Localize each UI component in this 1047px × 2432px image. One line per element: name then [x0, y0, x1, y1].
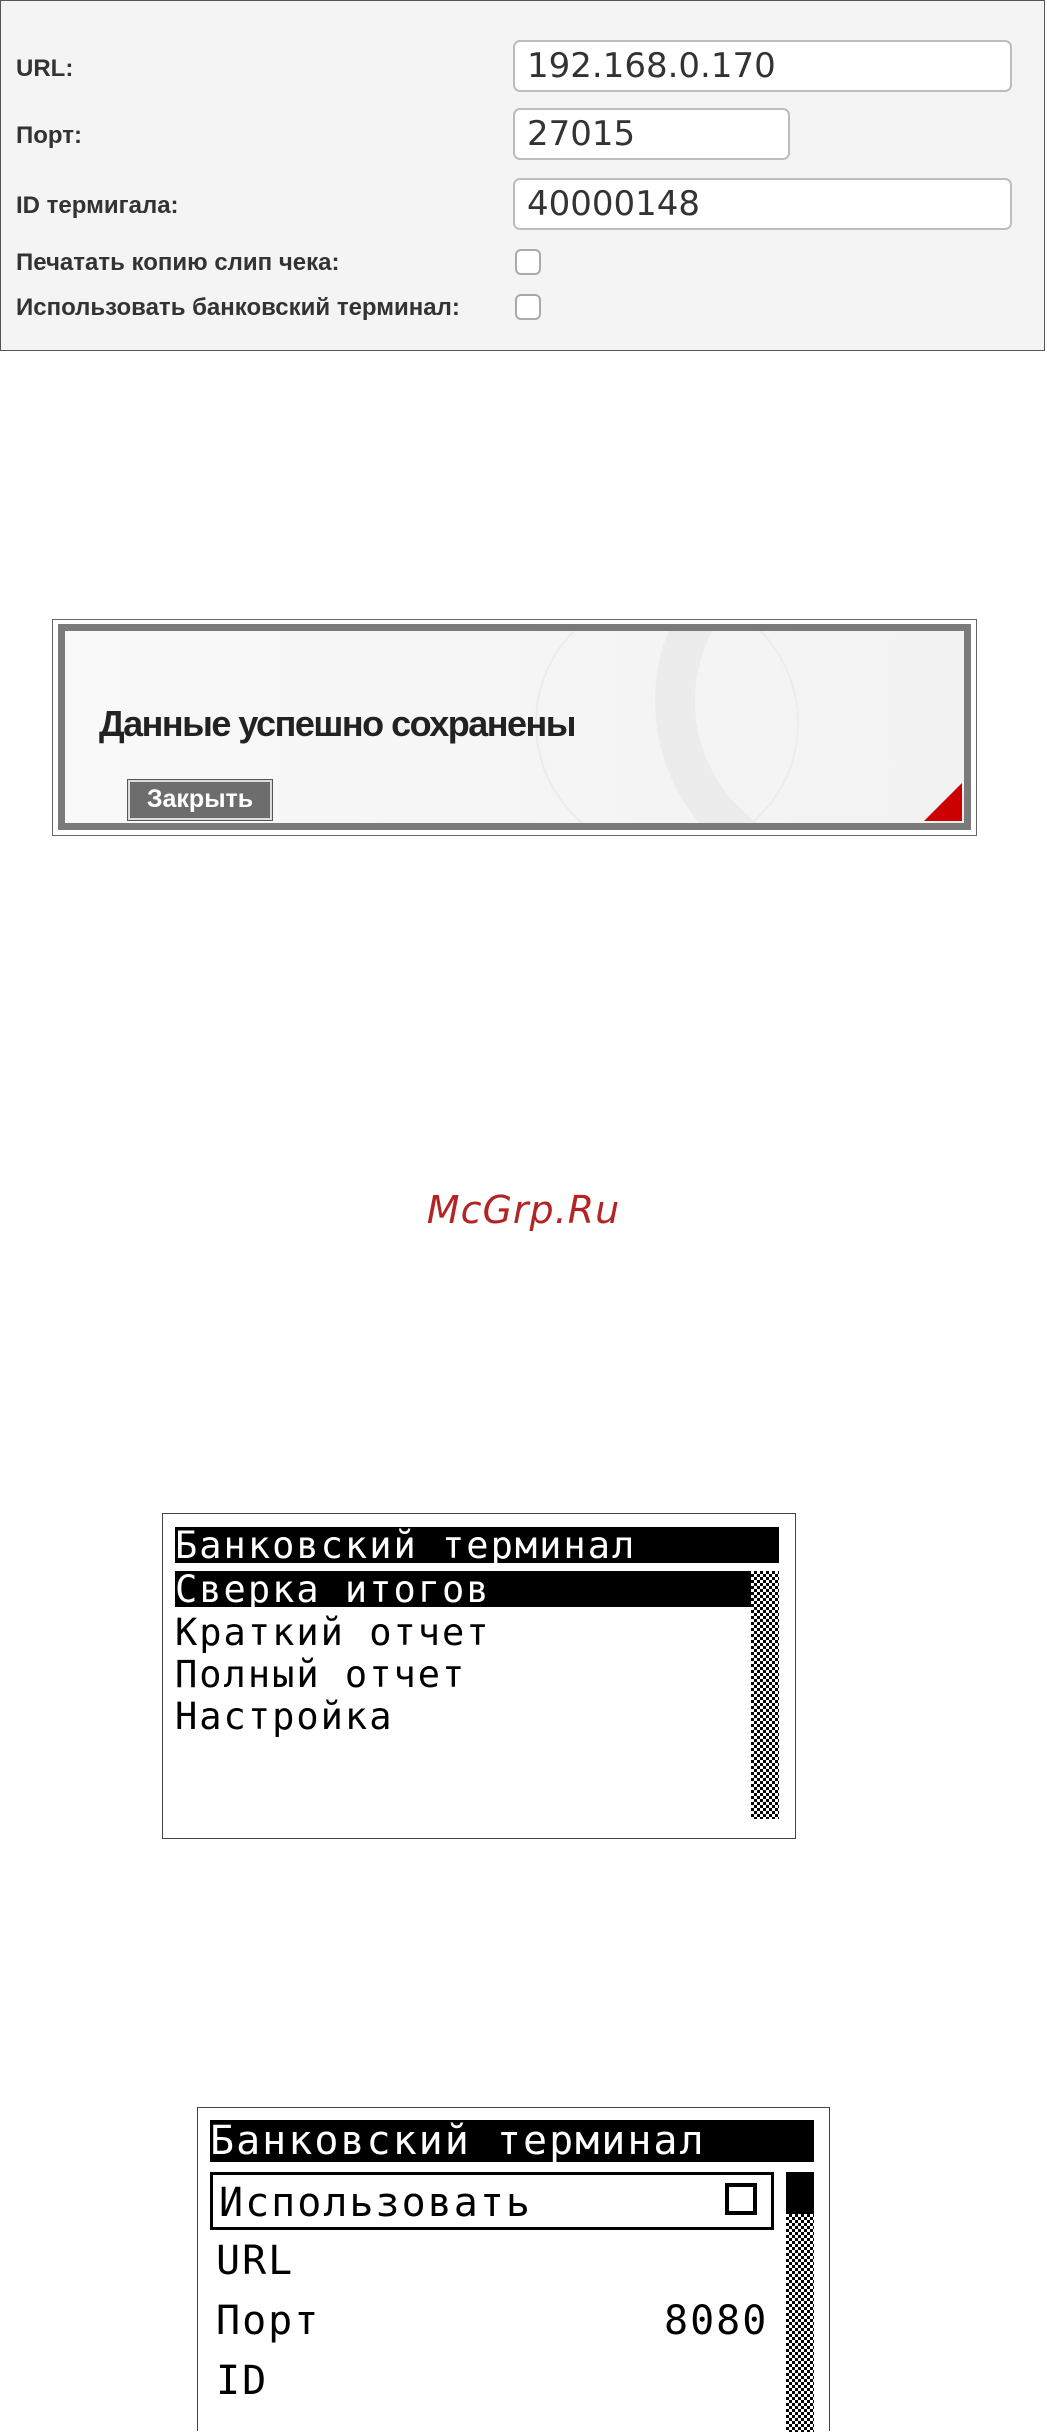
dialog-message: Данные успешно сохранены — [99, 703, 576, 744]
lcd-settings-title: Банковский терминал — [210, 2120, 814, 2162]
lcd-port-label: Порт — [216, 2298, 321, 2344]
port-input[interactable]: 27015 — [513, 108, 790, 160]
lcd-menu-item-reconciliation[interactable]: Сверка итогов — [175, 1571, 767, 1609]
lcd-menu-item-setup[interactable]: Настройка — [175, 1698, 393, 1736]
lcd-menu-scrollbar — [751, 1571, 779, 1819]
lcd-menu-screen: Банковский терминал Сверка итогов Кратки… — [162, 1513, 796, 1839]
lcd-port-value: 8080 — [664, 2298, 769, 2344]
lcd-menu-title: Банковский терминал — [175, 1527, 779, 1563]
print-copy-label: Печатать копию слип чека: — [16, 249, 340, 276]
lcd-use-checkbox[interactable] — [725, 2183, 757, 2215]
print-copy-checkbox[interactable] — [515, 249, 541, 275]
lcd-settings-screen: Банковский терминал Использовать URL Пор… — [197, 2107, 830, 2432]
use-terminal-label: Использовать банковский терминал: — [16, 294, 460, 321]
terminal-id-label: ID термигала: — [16, 192, 179, 219]
terminal-id-input[interactable]: 40000148 — [513, 178, 1012, 230]
lcd-use-label: Использовать — [219, 2180, 532, 2226]
lcd-selected-row[interactable]: Использовать — [210, 2172, 774, 2230]
lcd-url-label: URL — [216, 2238, 295, 2284]
url-input[interactable]: 192.168.0.170 — [513, 40, 1012, 92]
url-label: URL: — [16, 55, 74, 82]
watermark: McGrp.Ru — [426, 1188, 621, 1232]
lcd-settings-scroll-thumb — [786, 2172, 814, 2214]
lcd-settings-scrollbar — [786, 2172, 814, 2432]
use-terminal-checkbox[interactable] — [515, 294, 541, 320]
close-button[interactable]: Закрыть — [127, 779, 273, 821]
lcd-menu-item-short-report[interactable]: Краткий отчет — [175, 1614, 491, 1652]
port-label: Порт: — [16, 122, 82, 149]
success-dialog: Данные успешно сохранены Закрыть — [52, 619, 977, 836]
dialog-body: Данные успешно сохранены Закрыть — [58, 624, 971, 830]
lcd-menu-item-full-report[interactable]: Полный отчет — [175, 1656, 466, 1694]
lcd-id-label: ID — [216, 2358, 269, 2404]
terminal-settings-form: URL: 192.168.0.170 Порт: 27015 ID термиг… — [0, 0, 1045, 351]
